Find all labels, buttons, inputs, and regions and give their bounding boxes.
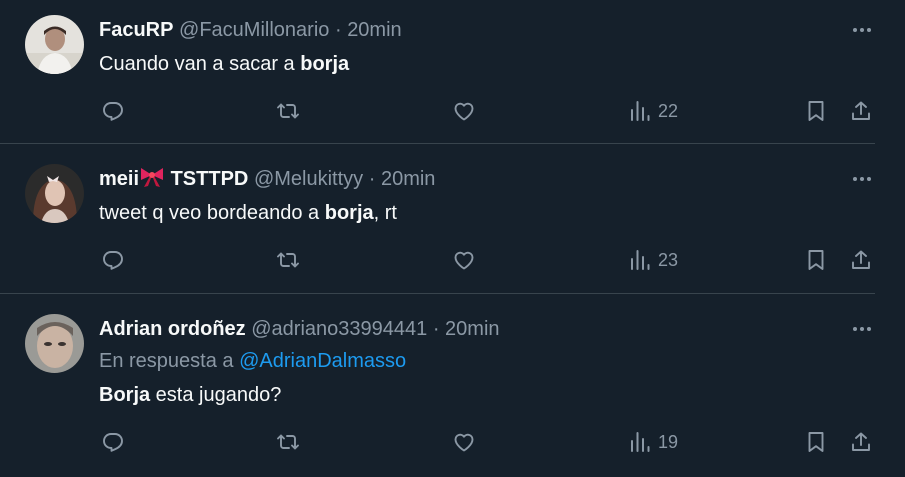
bookmark-button[interactable]: [804, 248, 828, 272]
reply-icon: [101, 99, 125, 123]
reply-to-link[interactable]: @AdrianDalmasso: [239, 350, 406, 372]
timestamp[interactable]: 20min: [347, 19, 401, 41]
timestamp[interactable]: 20min: [381, 168, 435, 190]
retweet-icon: [276, 248, 300, 272]
more-options-button[interactable]: [848, 169, 876, 189]
bold-keyword: borja: [324, 202, 374, 224]
bookmark-icon: [804, 430, 828, 454]
timestamp[interactable]: 20min: [445, 318, 499, 340]
author-name[interactable]: FacuRP: [99, 19, 173, 41]
share-icon: [849, 99, 873, 123]
avatar[interactable]: [25, 15, 84, 74]
tweet-text: Borja esta jugando?: [99, 384, 282, 406]
views-button[interactable]: 19: [628, 430, 678, 454]
views-icon: [628, 99, 652, 123]
retweet-button[interactable]: [276, 248, 300, 272]
bold-keyword: Borja: [99, 384, 151, 406]
views-icon: [628, 248, 652, 272]
author-handle[interactable]: @Melukittyy: [254, 168, 363, 190]
tweet-text: Cuando van a sacar a borja: [99, 53, 350, 75]
share-icon: [849, 248, 873, 272]
bookmark-icon: [804, 248, 828, 272]
heart-icon: [452, 248, 476, 272]
author-name[interactable]: Adrian ordoñez: [99, 318, 246, 340]
separator-dot: ·: [368, 168, 376, 190]
share-button[interactable]: [849, 430, 873, 454]
tweet-item[interactable]: FacuRP @FacuMillonario · 20min Cuando va…: [0, 0, 875, 144]
reply-button[interactable]: [101, 99, 125, 123]
share-button[interactable]: [849, 99, 873, 123]
views-button[interactable]: 23: [628, 248, 678, 272]
separator-dot: ·: [432, 318, 440, 340]
heart-icon: [452, 430, 476, 454]
tweet-header: Adrian ordoñez @adriano33994441 · 20min: [99, 316, 500, 342]
author-handle[interactable]: @adriano33994441: [251, 318, 427, 340]
retweet-button[interactable]: [276, 99, 300, 123]
author-name[interactable]: meii TSTTPD: [99, 168, 248, 190]
more-icon: [853, 177, 857, 181]
reply-button[interactable]: [101, 430, 125, 454]
tweet-item[interactable]: Adrian ordoñez @adriano33994441 · 20min …: [0, 294, 875, 477]
bookmark-button[interactable]: [804, 430, 828, 454]
heart-icon: [452, 99, 476, 123]
right-gutter: [875, 0, 905, 477]
avatar[interactable]: [25, 164, 84, 223]
like-button[interactable]: [452, 99, 476, 123]
bold-keyword: borja: [300, 53, 350, 75]
like-button[interactable]: [452, 430, 476, 454]
more-options-button[interactable]: [848, 20, 876, 40]
tweet-item[interactable]: meii TSTTPD @Melukittyy · 20min tweet q …: [0, 144, 875, 294]
reply-icon: [101, 248, 125, 272]
retweet-icon: [276, 99, 300, 123]
reply-context: En respuesta a @AdrianDalmasso: [99, 350, 407, 372]
more-icon: [853, 327, 857, 331]
reply-icon: [101, 430, 125, 454]
retweet-icon: [276, 430, 300, 454]
more-options-button[interactable]: [848, 319, 876, 339]
share-button[interactable]: [849, 248, 873, 272]
author-handle[interactable]: @FacuMillonario: [179, 19, 329, 41]
tweet-header: FacuRP @FacuMillonario · 20min: [99, 17, 402, 43]
avatar[interactable]: [25, 314, 84, 373]
more-icon: [853, 28, 857, 32]
reply-button[interactable]: [101, 248, 125, 272]
tweet-header: meii TSTTPD @Melukittyy · 20min: [99, 166, 435, 192]
tweet-text: tweet q veo bordeando a borja, rt: [99, 202, 397, 224]
bookmark-icon: [804, 99, 828, 123]
views-count: 19: [658, 431, 679, 452]
views-button[interactable]: 22: [628, 99, 678, 123]
views-icon: [628, 430, 652, 454]
views-count: 22: [658, 100, 679, 121]
bookmark-button[interactable]: [804, 99, 828, 123]
ribbon-emoji-icon: [141, 168, 164, 187]
share-icon: [849, 430, 873, 454]
separator-dot: ·: [334, 19, 342, 41]
retweet-button[interactable]: [276, 430, 300, 454]
views-count: 23: [658, 249, 679, 270]
like-button[interactable]: [452, 248, 476, 272]
